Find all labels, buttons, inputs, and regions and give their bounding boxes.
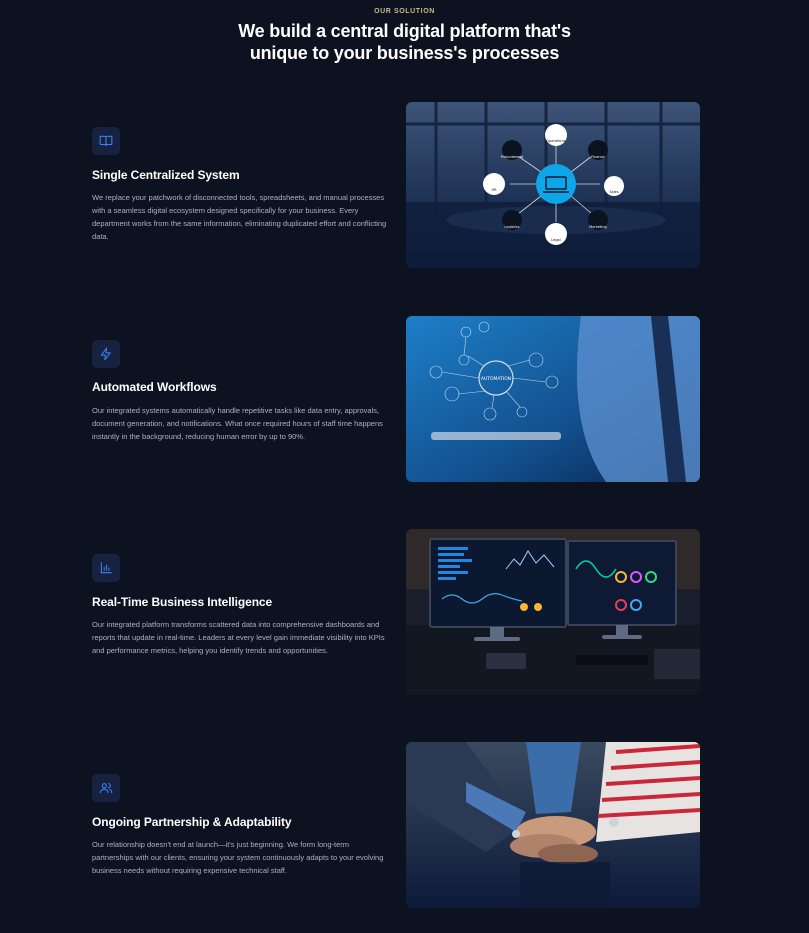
feature-description: Our integrated systems automatically han… xyxy=(92,406,383,441)
svg-text:Sales: Sales xyxy=(609,190,618,194)
feature-icon-box xyxy=(92,774,120,802)
feature-description: We replace your patchwork of disconnecte… xyxy=(92,193,387,241)
feature-icon-box xyxy=(92,127,120,155)
svg-text:Procurement: Procurement xyxy=(501,155,524,159)
section-eyebrow: OUR SOLUTION xyxy=(374,8,435,15)
users-icon xyxy=(99,783,113,794)
svg-text:Legal: Legal xyxy=(551,238,560,242)
monitor-right xyxy=(567,540,677,626)
section-headline: We build a central digital platform that… xyxy=(0,20,809,64)
feature-centralized-system: Single Centralized System We replace you… xyxy=(0,102,809,272)
svg-text:Marketing: Marketing xyxy=(589,225,606,229)
feature-partnership: Ongoing Partnership & Adaptability Our r… xyxy=(0,742,809,912)
headline-line-2: unique to your business's processes xyxy=(249,43,560,63)
feature-title: Ongoing Partnership & Adaptability xyxy=(92,815,292,829)
feature-image-office-network: Operations Finance Sales Marketing Legal… xyxy=(406,102,700,268)
feature-image-team-hands xyxy=(406,742,700,908)
svg-text:AUTOMATION: AUTOMATION xyxy=(481,376,511,382)
feature-description: Our integrated platform transforms scatt… xyxy=(92,620,385,655)
svg-text:HR: HR xyxy=(491,188,497,192)
lightning-icon xyxy=(100,347,111,361)
feature-title: Real-Time Business Intelligence xyxy=(92,595,273,609)
svg-text:Operations: Operations xyxy=(546,139,565,143)
svg-text:Logistics: Logistics xyxy=(504,225,519,229)
feature-title: Automated Workflows xyxy=(92,380,217,394)
feature-business-intelligence: Real-Time Business Intelligence Our inte… xyxy=(0,529,809,699)
feature-icon-box xyxy=(92,554,120,582)
monitor-left xyxy=(429,538,567,628)
book-icon xyxy=(99,135,113,147)
laptop-hub-icon xyxy=(536,164,576,204)
feature-image-automation: AUTOMATION xyxy=(406,316,700,482)
svg-text:Finance: Finance xyxy=(591,155,604,159)
feature-title: Single Centralized System xyxy=(92,168,240,182)
bar-chart-icon xyxy=(100,562,112,574)
feature-image-dashboards xyxy=(406,529,700,695)
feature-icon-box xyxy=(92,340,120,368)
feature-description: Our relationship doesn't end at launch—i… xyxy=(92,840,384,875)
feature-automated-workflows: Automated Workflows Our integrated syste… xyxy=(0,316,809,486)
headline-line-1: We build a central digital platform that… xyxy=(238,21,571,41)
